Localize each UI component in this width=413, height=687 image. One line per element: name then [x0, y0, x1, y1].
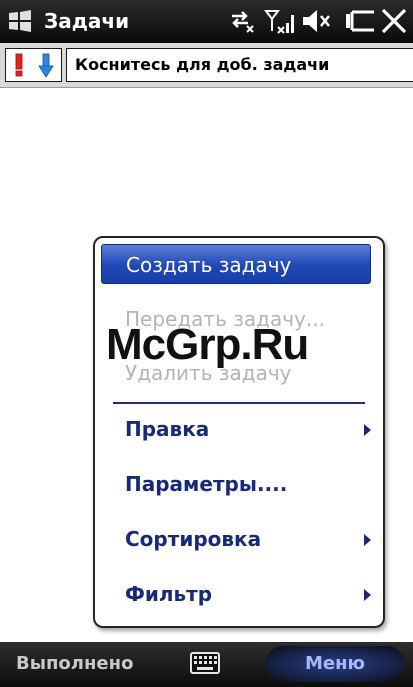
menu-item-sort-label: Сортировка — [125, 527, 262, 551]
battery-charging-icon[interactable] — [344, 7, 376, 35]
watermark: McGrp.Ru — [106, 320, 309, 369]
menu-item-create-task[interactable]: Создать задачу — [101, 244, 371, 284]
low-priority-icon[interactable] — [36, 52, 56, 78]
menu-item-sort[interactable]: Сортировка — [101, 519, 371, 559]
app-title: Задачи — [44, 9, 130, 33]
high-priority-icon[interactable] — [10, 52, 28, 78]
data-connection-icon[interactable] — [228, 7, 258, 35]
signal-icon[interactable] — [264, 7, 296, 35]
windows-logo-icon[interactable] — [7, 9, 33, 33]
keyboard-icon[interactable] — [190, 652, 220, 674]
submenu-arrow-icon — [364, 424, 371, 436]
context-menu: Создать задачу Передать задачу... Удалит… — [93, 236, 385, 628]
task-input[interactable]: Коснитесь для доб. задачи — [66, 48, 413, 82]
menu-item-options[interactable]: Параметры.... — [101, 464, 371, 504]
submenu-arrow-icon — [364, 534, 371, 546]
close-icon[interactable] — [380, 7, 408, 35]
menu-item-edit[interactable]: Правка — [101, 409, 371, 449]
done-softkey[interactable]: Выполнено — [16, 652, 133, 676]
menu-separator — [113, 402, 365, 404]
menu-softkey[interactable]: Меню — [265, 646, 405, 682]
volume-mute-icon[interactable] — [300, 7, 332, 35]
priority-selector[interactable] — [5, 48, 62, 82]
submenu-arrow-icon — [364, 589, 371, 601]
title-bar: Задачи — [0, 0, 413, 43]
menu-item-filter-label: Фильтр — [125, 582, 213, 606]
menu-item-filter[interactable]: Фильтр — [101, 574, 371, 614]
soft-key-bar: Выполнено Меню — [0, 642, 413, 687]
menu-item-edit-label: Правка — [125, 417, 210, 441]
quick-entry-bar: Коснитесь для доб. задачи — [0, 43, 413, 88]
